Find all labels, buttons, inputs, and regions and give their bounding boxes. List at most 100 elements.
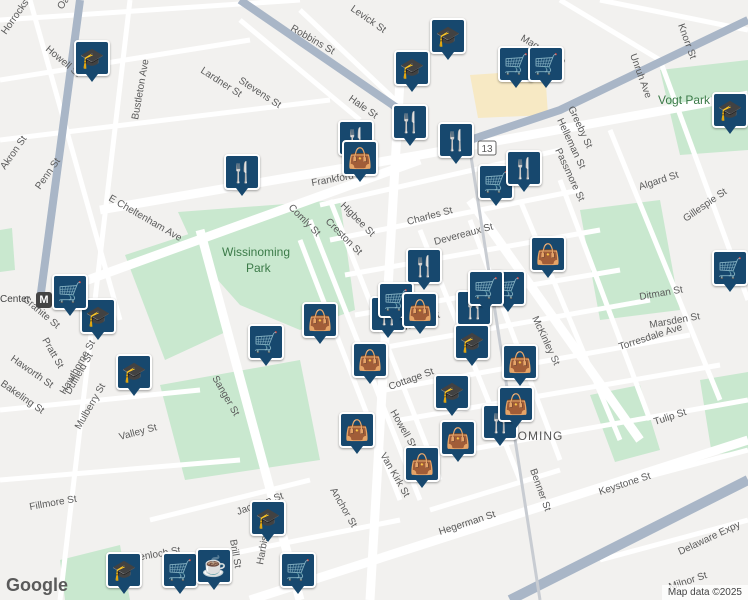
- marker-pointer: [128, 388, 140, 396]
- marker-pointer: [466, 358, 478, 366]
- park-label-vogt: Vogt Park: [658, 93, 711, 107]
- park-left-edge: [0, 228, 15, 272]
- poi-marker-grocery-9[interactable]: 🛒: [162, 552, 198, 600]
- street-label-gillespie: Gillespie St: [681, 186, 729, 224]
- marker-pointer: [354, 174, 366, 182]
- marker-pointer: [518, 184, 530, 192]
- marker-pointer: [351, 446, 363, 454]
- poi-marker-grocery-7[interactable]: 🛒: [248, 324, 284, 372]
- marker-pointer: [92, 332, 104, 340]
- marker-pointer: [404, 138, 416, 146]
- grocery-icon: 🛒: [468, 270, 504, 306]
- poi-marker-school-1[interactable]: 🎓: [74, 40, 110, 88]
- grocery-icon: 🛒: [248, 324, 284, 360]
- street-label-valley: Valley St: [118, 422, 158, 443]
- poi-marker-school-3[interactable]: 🎓: [394, 50, 430, 98]
- restaurant-icon: 🍴: [406, 248, 442, 284]
- poi-marker-shopping-8[interactable]: 👜: [440, 420, 476, 468]
- poi-marker-shopping-5[interactable]: 👜: [502, 344, 538, 392]
- school-icon: 🎓: [116, 354, 152, 390]
- marker-pointer: [724, 284, 736, 292]
- grocery-icon: 🛒: [528, 46, 564, 82]
- street-label-anchor: Anchor St: [327, 486, 359, 530]
- poi-marker-restaurant-5[interactable]: 🍴: [506, 150, 542, 198]
- school-icon: 🎓: [106, 552, 142, 588]
- marker-pointer: [86, 74, 98, 82]
- poi-marker-restaurant-4[interactable]: 🍴: [224, 154, 260, 202]
- marker-pointer: [418, 282, 430, 290]
- poi-marker-grocery-2[interactable]: 🛒: [528, 46, 564, 94]
- street-label-mulberry: Mulberry St: [73, 382, 108, 432]
- poi-marker-restaurant-1[interactable]: 🍴: [392, 104, 428, 152]
- poi-marker-shopping-1[interactable]: 👜: [342, 140, 378, 188]
- park-label-wissinoming-1: Wissinoming: [222, 245, 290, 259]
- marker-pointer: [510, 420, 522, 428]
- street-label-hale: Hale St: [346, 93, 379, 121]
- poi-marker-shopping-4[interactable]: 👜: [352, 342, 388, 390]
- marker-pointer: [514, 378, 526, 386]
- poi-marker-school-10[interactable]: 🎓: [712, 92, 748, 140]
- poi-marker-shopping-10[interactable]: 👜: [402, 292, 438, 340]
- street-label-bustleton: Bustleton Ave: [130, 58, 151, 120]
- poi-marker-school-7[interactable]: 🎓: [434, 374, 470, 422]
- marker-pointer: [364, 376, 376, 384]
- poi-marker-cafe-1[interactable]: ☕: [196, 548, 232, 596]
- poi-marker-school-6[interactable]: 🎓: [454, 324, 490, 372]
- marker-pointer: [450, 156, 462, 164]
- poi-marker-grocery-11[interactable]: 🛒: [468, 270, 504, 318]
- grocery-icon: 🛒: [52, 274, 88, 310]
- shopping-bag-icon: 👜: [404, 446, 440, 482]
- shopping-bag-icon: 👜: [342, 140, 378, 176]
- shopping-bag-icon: 👜: [402, 292, 438, 328]
- marker-pointer: [724, 126, 736, 134]
- marker-pointer: [174, 586, 186, 594]
- poi-marker-school-8[interactable]: 🎓: [250, 500, 286, 548]
- poi-marker-shopping-2[interactable]: 👜: [530, 236, 566, 284]
- shopping-bag-icon: 👜: [530, 236, 566, 272]
- marker-pointer: [490, 198, 502, 206]
- school-icon: 🎓: [434, 374, 470, 410]
- marker-pointer: [416, 480, 428, 488]
- poi-marker-school-5[interactable]: 🎓: [116, 354, 152, 402]
- grocery-icon: 🛒: [280, 552, 316, 588]
- poi-marker-grocery-8[interactable]: 🛒: [52, 274, 88, 322]
- poi-marker-school-2[interactable]: 🎓: [430, 18, 466, 66]
- shopping-bag-icon: 👜: [498, 386, 534, 422]
- poi-marker-shopping-6[interactable]: 👜: [339, 412, 375, 460]
- poi-marker-shopping-9[interactable]: 👜: [498, 386, 534, 434]
- marker-pointer: [480, 304, 492, 312]
- marker-pointer: [292, 586, 304, 594]
- marker-pointer: [406, 84, 418, 92]
- metro-icon[interactable]: M: [36, 292, 52, 308]
- school-icon: 🎓: [712, 92, 748, 128]
- street-label-pratt: Pratt St: [39, 336, 65, 371]
- marker-pointer: [208, 582, 220, 590]
- marker-pointer: [390, 316, 402, 324]
- shopping-bag-icon: 👜: [502, 344, 538, 380]
- poi-marker-school-9[interactable]: 🎓: [106, 552, 142, 600]
- poi-marker-grocery-4[interactable]: 🛒: [712, 250, 748, 298]
- restaurant-icon: 🍴: [438, 122, 474, 158]
- marker-pointer: [446, 408, 458, 416]
- school-icon: 🎓: [250, 500, 286, 536]
- shopping-bag-icon: 👜: [302, 302, 338, 338]
- poi-marker-grocery-10[interactable]: 🛒: [280, 552, 316, 600]
- marker-pointer: [414, 326, 426, 334]
- route-shield-number: 13: [481, 144, 493, 155]
- school-icon: 🎓: [394, 50, 430, 86]
- poi-marker-shopping-7[interactable]: 👜: [404, 446, 440, 494]
- restaurant-icon: 🍴: [392, 104, 428, 140]
- grocery-icon: 🛒: [712, 250, 748, 286]
- street-label-keystone: Keystone St: [598, 471, 653, 498]
- marker-pointer: [314, 336, 326, 344]
- school-icon: 🎓: [430, 18, 466, 54]
- shopping-bag-icon: 👜: [352, 342, 388, 378]
- cafe-icon: ☕: [196, 548, 232, 584]
- marker-pointer: [452, 454, 464, 462]
- street-label-charles: Charles St: [406, 205, 454, 228]
- poi-marker-restaurant-3[interactable]: 🍴: [438, 122, 474, 170]
- shopping-bag-icon: 👜: [440, 420, 476, 456]
- marker-pointer: [262, 534, 274, 542]
- marker-pointer: [442, 52, 454, 60]
- poi-marker-shopping-3[interactable]: 👜: [302, 302, 338, 350]
